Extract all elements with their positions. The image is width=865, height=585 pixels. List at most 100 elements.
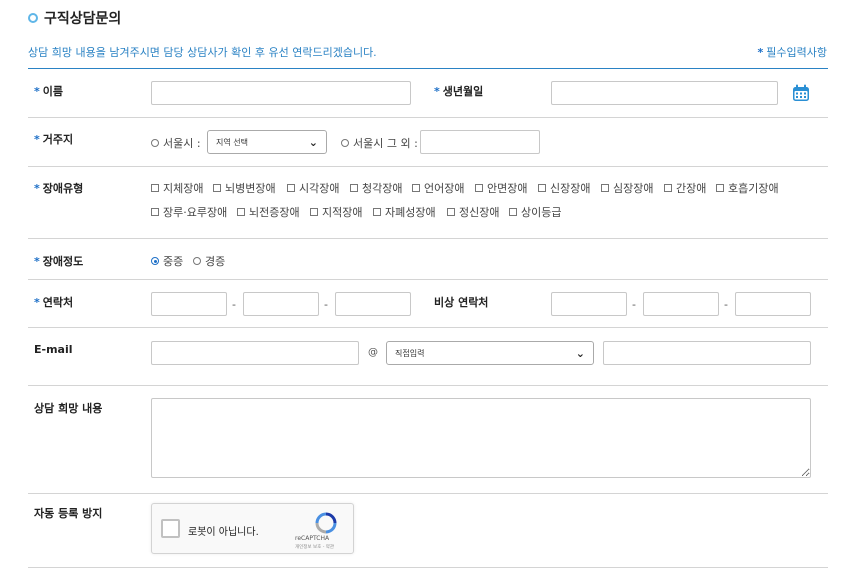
disability-text: 자폐성장애 [385, 206, 436, 219]
contact-label-text: 연락처 [42, 296, 74, 309]
row-divider [28, 279, 828, 280]
disability-checkbox[interactable]: 간장애 [664, 180, 706, 196]
residence-seoul-radio[interactable]: 서울시 : [151, 135, 201, 151]
phone-part3-input[interactable] [335, 292, 411, 316]
consult-textarea[interactable] [151, 398, 811, 478]
radio-icon [151, 139, 159, 147]
severity-label: * 장애정도 [34, 253, 83, 269]
name-label: * 이름 [34, 83, 63, 99]
phone-dash: - [232, 298, 236, 311]
disability-text: 간장애 [676, 182, 707, 195]
emergency-dash: - [632, 298, 636, 311]
email-label: E-mail [34, 343, 73, 356]
antispam-label: 자동 등록 방지 [34, 507, 103, 520]
required-star: * [34, 133, 40, 146]
phone-part1-input[interactable] [151, 292, 227, 316]
name-label-text: 이름 [42, 85, 64, 98]
row-divider [28, 166, 828, 167]
chevron-down-icon: ⌄ [308, 135, 318, 149]
recaptcha-checkbox[interactable] [161, 519, 180, 538]
disability-checkbox[interactable]: 심장장애 [601, 180, 653, 196]
email-id-input[interactable] [151, 341, 359, 365]
recaptcha-terms[interactable]: 개인정보 보호 - 약관 [295, 544, 334, 550]
emergency-part3-input[interactable] [735, 292, 811, 316]
calendar-icon[interactable] [792, 84, 810, 102]
checkbox-icon [310, 208, 318, 216]
disability-checkbox[interactable]: 자폐성장애 [373, 204, 436, 220]
required-star: * [34, 182, 40, 195]
required-star: * [34, 296, 40, 309]
radio-icon [341, 139, 349, 147]
required-star: * [434, 85, 440, 98]
required-note: * 필수입력사항 [758, 44, 828, 60]
email-at-sign: @ [368, 347, 378, 358]
email-domain-select[interactable]: 직접입력 ⌄ [386, 341, 594, 365]
email-domain-input[interactable] [603, 341, 811, 365]
birth-input[interactable] [551, 81, 778, 105]
severity-severe-radio[interactable]: 중증 [151, 253, 183, 269]
required-note-text: 필수입력사항 [766, 46, 827, 59]
row-divider [28, 493, 828, 494]
checkbox-icon [373, 208, 381, 216]
row-divider [28, 567, 828, 568]
disability-checkbox[interactable]: 정신장애 [447, 204, 499, 220]
checkbox-icon [475, 184, 483, 192]
severity-mild-radio[interactable]: 경증 [193, 253, 225, 269]
residence-outside-text: 서울시 그 외 : [353, 137, 418, 150]
recaptcha-brand: reCAPTCHA [295, 535, 330, 542]
consult-label: 상담 희망 내용 [34, 402, 103, 415]
recaptcha-widget: 로봇이 아닙니다. reCAPTCHA 개인정보 보호 - 약관 [151, 503, 354, 554]
disability-text: 장루·요루장애 [163, 206, 228, 219]
disability-text: 지적장애 [322, 206, 363, 219]
disability-checkbox[interactable]: 안면장애 [475, 180, 527, 196]
disability-checkbox[interactable]: 호흡기장애 [716, 180, 779, 196]
checkbox-icon [601, 184, 609, 192]
chevron-down-icon: ⌄ [575, 346, 585, 360]
checkbox-icon [664, 184, 672, 192]
residence-outside-input[interactable] [420, 130, 540, 154]
emergency-part1-input[interactable] [551, 292, 627, 316]
birth-label-text: 생년월일 [442, 85, 484, 98]
emergency-dash: - [724, 298, 728, 311]
disability-checkbox[interactable]: 언어장애 [412, 180, 464, 196]
required-star: * [34, 255, 40, 268]
disability-checkbox[interactable]: 뇌전증장애 [237, 204, 300, 220]
required-star: * [757, 46, 764, 59]
contact-label: * 연락처 [34, 294, 73, 310]
disability-checkbox[interactable]: 시각장애 [287, 180, 339, 196]
severity-mild-text: 경증 [205, 255, 226, 268]
required-star: * [34, 85, 40, 98]
page-title: 구직상담문의 [28, 8, 121, 28]
checkbox-icon [237, 208, 245, 216]
disability-checkbox[interactable]: 뇌병변장애 [213, 180, 276, 196]
disability-checkbox[interactable]: 장루·요루장애 [151, 204, 227, 220]
phone-part2-input[interactable] [243, 292, 319, 316]
disability-text: 신장장애 [550, 182, 591, 195]
checkbox-icon [538, 184, 546, 192]
severity-label-text: 장애정도 [42, 255, 84, 268]
emergency-part2-input[interactable] [643, 292, 719, 316]
district-select[interactable]: 지역 선택 ⌄ [207, 130, 327, 154]
row-divider [28, 327, 828, 328]
disability-checkbox[interactable]: 신장장애 [538, 180, 590, 196]
disability-text: 청각장애 [362, 182, 403, 195]
emergency-contact-label: 비상 연락처 [434, 296, 489, 309]
name-input[interactable] [151, 81, 411, 105]
radio-selected-icon [151, 257, 159, 265]
disability-text: 뇌병변장애 [225, 182, 276, 195]
disability-text: 호흡기장애 [728, 182, 779, 195]
disability-checkbox[interactable]: 지체장애 [151, 180, 203, 196]
phone-dash: - [324, 298, 328, 311]
row-divider [28, 238, 828, 239]
checkbox-icon [151, 208, 159, 216]
email-domain-select-value: 직접입력 [395, 348, 425, 358]
checkbox-icon [213, 184, 221, 192]
disability-text: 시각장애 [299, 182, 340, 195]
disability-checkbox[interactable]: 상이등급 [509, 204, 561, 220]
disability-checkbox[interactable]: 지적장애 [310, 204, 362, 220]
disability-checkbox[interactable]: 청각장애 [350, 180, 402, 196]
checkbox-icon [412, 184, 420, 192]
residence-outside-radio[interactable]: 서울시 그 외 : [341, 135, 418, 151]
circle-bullet-icon [28, 13, 38, 23]
row-divider [28, 385, 828, 386]
